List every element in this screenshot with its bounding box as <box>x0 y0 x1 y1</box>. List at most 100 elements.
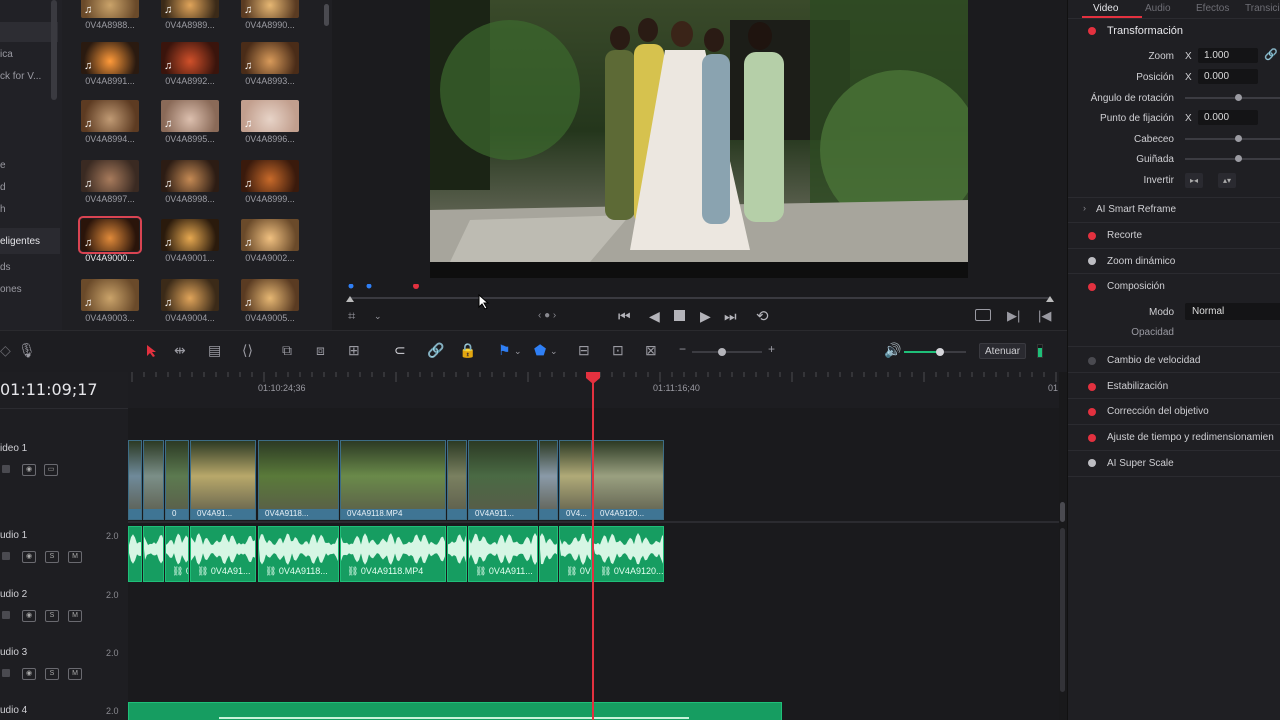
media-thumbnail[interactable]: ♫ <box>81 279 139 311</box>
track-name[interactable]: udio 2 <box>0 589 27 600</box>
pitch-slider[interactable] <box>1185 138 1280 140</box>
insert-clip-icon[interactable]: ⧉ <box>282 342 292 359</box>
dynamic-trim-icon[interactable]: ▤ <box>208 342 221 359</box>
sidebar-item[interactable]: eligentes <box>0 236 40 247</box>
audio-clip[interactable] <box>143 526 164 582</box>
media-thumbnail[interactable]: ♫ <box>81 160 139 192</box>
viewer-frame[interactable] <box>430 0 968 278</box>
replace-clip-icon[interactable]: ⊞ <box>348 342 360 359</box>
zoom-slider[interactable] <box>692 351 762 353</box>
media-thumbnail[interactable]: ♫ <box>81 100 139 132</box>
crop-section-title[interactable]: Recorte <box>1107 230 1280 241</box>
composite-section-title[interactable]: Composición <box>1107 281 1280 292</box>
flag-icon[interactable]: ⚑ <box>498 342 511 359</box>
media-thumbnail[interactable]: ♫ <box>241 160 299 192</box>
mute-button[interactable]: M <box>68 668 82 680</box>
chevron-right-icon[interactable]: › <box>1083 203 1086 213</box>
video-clip[interactable]: 0V4... <box>559 440 592 520</box>
retime-scaling-section-title[interactable]: Ajuste de tiempo y redimensionamien <box>1107 432 1280 443</box>
dynamic-zoom-section-title[interactable]: Zoom dinámico <box>1107 256 1280 267</box>
video-clip[interactable]: 0V4A9120... <box>593 440 664 520</box>
rotation-slider-knob[interactable] <box>1235 94 1242 101</box>
selection-tool-icon[interactable] <box>146 344 158 358</box>
snapping-icon[interactable]: ⊂ <box>394 342 406 359</box>
microphone-icon[interactable]: 🎙 <box>18 342 36 359</box>
prev-frame-icon[interactable]: |◀ <box>1038 308 1051 324</box>
composite-mode-select[interactable]: Normal <box>1185 303 1280 320</box>
attenuate-button[interactable]: Atenuar <box>979 343 1027 359</box>
audio-clip[interactable] <box>539 526 558 582</box>
linked-selection-icon[interactable]: 🔗 <box>427 342 444 359</box>
yaw-slider-knob[interactable] <box>1235 155 1242 162</box>
auto-select-icon[interactable]: ◉ <box>22 551 36 563</box>
video-clip[interactable] <box>447 440 467 520</box>
media-thumbnail[interactable]: ♫ <box>161 100 219 132</box>
fullscreen-icon[interactable] <box>975 309 991 321</box>
media-thumbnail[interactable]: ♫ <box>161 0 219 18</box>
tab-effects[interactable]: Efectos <box>1196 3 1229 14</box>
audio-clip[interactable]: ⛓ 0V4... <box>559 526 592 582</box>
media-thumbnail[interactable]: ♫ <box>241 219 299 251</box>
super-scale-section-title[interactable]: AI Super Scale <box>1107 458 1280 469</box>
zoom-in-icon[interactable]: + <box>768 342 775 356</box>
transform-overlay-icon[interactable]: ⌗ <box>348 308 355 324</box>
go-to-start-icon[interactable]: ⏮ <box>618 308 631 325</box>
next-frame-icon[interactable]: ▶| <box>1007 308 1020 324</box>
stabilization-section-title[interactable]: Estabilización <box>1107 381 1280 392</box>
tab-video[interactable]: Video <box>1093 3 1118 14</box>
playhead-handle[interactable] <box>586 372 600 384</box>
audio-clip[interactable]: ⛓ 0V4A911... <box>468 526 538 582</box>
sidebar-item[interactable]: ck for V... <box>0 71 41 82</box>
chevron-down-icon[interactable]: ⌄ <box>550 346 558 357</box>
disable-track-icon[interactable]: ▭ <box>44 464 58 476</box>
audio-clip[interactable]: ⛓ 0V4A91... <box>190 526 256 582</box>
full-extent-zoom-icon[interactable]: ⊟ <box>578 342 590 359</box>
sidebar-item[interactable]: e <box>0 160 6 171</box>
anchor-x-field[interactable]: 0.000 <box>1198 110 1258 125</box>
video-clip[interactable]: 0V4A91... <box>190 440 256 520</box>
timeline-vertical-scrollbar[interactable] <box>1059 372 1067 720</box>
video-clip[interactable]: 0V4A911... <box>468 440 538 520</box>
media-thumbnail[interactable]: ♫ <box>161 160 219 192</box>
audio-clip[interactable]: ⛓ 0... <box>165 526 189 582</box>
sidebar-item[interactable]: ica <box>0 49 13 60</box>
transform-section-title[interactable]: Transformación <box>1107 25 1280 37</box>
video-clip[interactable] <box>539 440 558 520</box>
volume-slider-fill[interactable] <box>904 351 940 353</box>
overwrite-clip-icon[interactable]: ⧈ <box>316 342 325 359</box>
media-thumbnail[interactable]: ♫ <box>81 42 139 74</box>
viewer-scrubber[interactable] <box>344 284 1056 304</box>
sidebar-item[interactable]: d <box>0 182 6 193</box>
media-thumbnail[interactable]: ♫ <box>78 216 142 254</box>
yaw-slider[interactable] <box>1185 158 1280 160</box>
lock-track-icon[interactable] <box>2 611 10 619</box>
tab-transitions[interactable]: Transicio <box>1245 3 1280 14</box>
video-clip[interactable] <box>128 440 142 520</box>
chevron-down-icon[interactable]: ⌄ <box>514 346 522 357</box>
play-reverse-icon[interactable]: ◀ <box>649 308 660 325</box>
go-to-end-icon[interactable]: ⏭ <box>724 308 737 325</box>
dynamic-zoom-toggle[interactable] <box>1088 257 1096 265</box>
audio-clip[interactable]: ⛓ 0V4A9118... <box>258 526 339 582</box>
video-clip[interactable] <box>143 440 164 520</box>
solo-button[interactable]: S <box>45 668 59 680</box>
track-name[interactable]: udio 3 <box>0 647 27 658</box>
lens-correction-section-title[interactable]: Corrección del objetivo <box>1107 406 1280 417</box>
speaker-icon[interactable]: 🔊 <box>884 342 901 359</box>
timeline-timecode[interactable]: 01:11:09;17 <box>0 380 98 399</box>
media-thumbnail[interactable]: ♫ <box>161 219 219 251</box>
audio-clip[interactable]: ⛓ 0V4A9118.MP4 <box>340 526 446 582</box>
video-clip[interactable]: 0 <box>165 440 189 520</box>
marker-icon[interactable]: ⬟ <box>534 342 546 359</box>
smart-reframe-section[interactable]: AI Smart Reframe <box>1096 204 1280 215</box>
lock-track-icon[interactable] <box>2 669 10 677</box>
track-name[interactable]: ideo 1 <box>0 443 27 454</box>
solo-button[interactable]: S <box>45 610 59 622</box>
video-audio-divider[interactable] <box>128 521 1060 523</box>
media-thumbnail[interactable]: ♫ <box>81 0 139 18</box>
sidebar-item[interactable]: ds <box>0 262 11 273</box>
lock-track-icon[interactable] <box>2 465 10 473</box>
loop-icon[interactable]: ⟲ <box>756 307 769 325</box>
composite-enable-toggle[interactable] <box>1088 283 1096 291</box>
position-lock-icon[interactable]: 🔒 <box>459 342 476 359</box>
